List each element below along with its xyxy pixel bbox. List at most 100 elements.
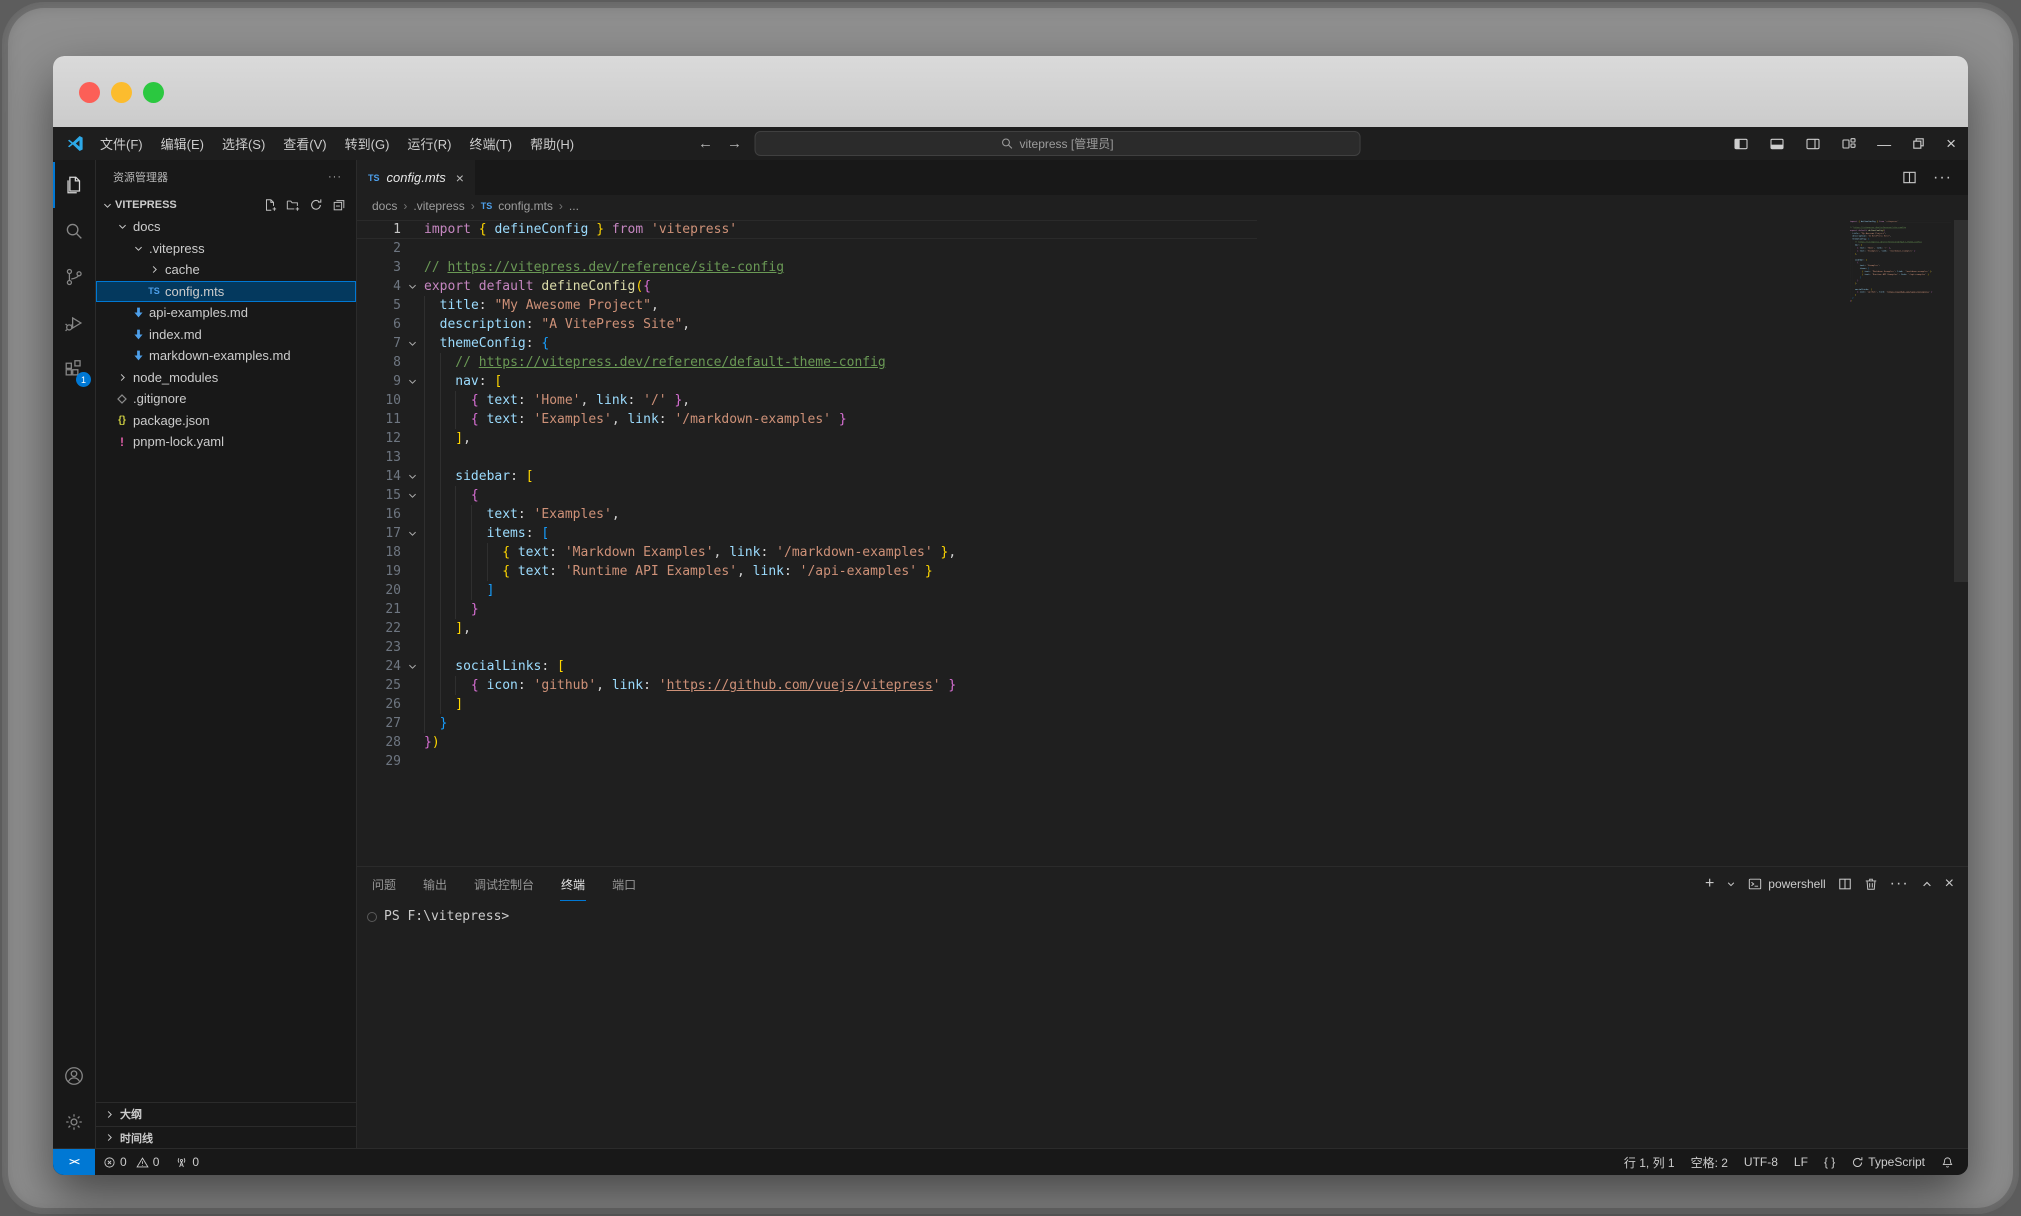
- explorer-more-actions-icon[interactable]: ···: [328, 171, 342, 183]
- code-line-22[interactable]: 22],: [357, 619, 1257, 638]
- back-icon[interactable]: ←: [698, 135, 713, 152]
- tab-close-icon[interactable]: ×: [456, 170, 464, 186]
- fold-chevron-icon[interactable]: [401, 277, 424, 296]
- code-line-29[interactable]: 29: [357, 752, 1257, 771]
- code-line-28[interactable]: 28}): [357, 733, 1257, 752]
- panel-tab-输出[interactable]: 输出: [422, 867, 448, 901]
- breadcrumb[interactable]: docs›.vitepress›TSconfig.mts›...: [357, 195, 1968, 217]
- code-line-26[interactable]: 26]: [357, 695, 1257, 714]
- activity-settings-icon[interactable]: [53, 1099, 95, 1145]
- cursor-position[interactable]: 行 1, 列 1: [1616, 1154, 1683, 1171]
- notifications-bell-icon[interactable]: [1933, 1156, 1962, 1169]
- code-line-24[interactable]: 24socialLinks: [: [357, 657, 1257, 676]
- ports-status[interactable]: 0: [167, 1149, 207, 1175]
- tree-item-cache[interactable]: cache: [96, 259, 356, 281]
- terminal-instance-item[interactable]: powershell: [1748, 877, 1825, 891]
- menu-终端[interactable]: 终端(T): [460, 133, 521, 154]
- menu-运行[interactable]: 运行(R): [398, 133, 460, 154]
- tree-item-pnpm-lock.yaml[interactable]: !pnpm-lock.yaml: [96, 431, 356, 453]
- tree-item-package.json[interactable]: {}package.json: [96, 410, 356, 432]
- encoding[interactable]: UTF-8: [1736, 1155, 1786, 1169]
- maximize-panel-icon[interactable]: [1921, 878, 1933, 890]
- close-window-icon[interactable]: ×: [1946, 134, 1956, 154]
- menu-查看[interactable]: 查看(V): [274, 133, 335, 154]
- code-line-29[interactable]: 29: [1850, 302, 1951, 305]
- editor-scrollbar[interactable]: [1954, 220, 1968, 582]
- split-terminal-icon[interactable]: [1838, 877, 1852, 891]
- fold-chevron-icon[interactable]: [401, 657, 424, 676]
- code-line-1[interactable]: 1import { defineConfig } from 'vitepress…: [357, 220, 1257, 239]
- sidebar-section-时间线[interactable]: 时间线: [96, 1126, 356, 1150]
- new-folder-icon[interactable]: [286, 198, 300, 212]
- toggle-secondary-sidebar-icon[interactable]: [1805, 136, 1821, 152]
- menu-编辑[interactable]: 编辑(E): [152, 133, 213, 154]
- activity-run-debug-icon[interactable]: [53, 300, 95, 346]
- code-line-11[interactable]: 11{ text: 'Examples', link: '/markdown-e…: [357, 410, 1257, 429]
- sidebar-section-大纲[interactable]: 大纲: [96, 1102, 356, 1126]
- fold-chevron-icon[interactable]: [401, 486, 424, 505]
- bracket-pair-indicator[interactable]: { }: [1816, 1155, 1843, 1169]
- customize-layout-icon[interactable]: [1841, 136, 1857, 152]
- activity-explorer-icon[interactable]: [53, 162, 95, 208]
- code-line-3[interactable]: 3// https://vitepress.dev/reference/site…: [357, 258, 1257, 277]
- activity-source-control-icon[interactable]: [53, 254, 95, 300]
- code-line-5[interactable]: 5title: "My Awesome Project",: [357, 296, 1257, 315]
- panel-tab-终端[interactable]: 终端: [560, 867, 586, 901]
- tree-item-api-examples.md[interactable]: api-examples.md: [96, 302, 356, 324]
- code-line-13[interactable]: 13: [357, 448, 1257, 467]
- code-line-20[interactable]: 20]: [357, 581, 1257, 600]
- remote-indicator[interactable]: ><: [53, 1149, 95, 1175]
- new-file-icon[interactable]: [263, 198, 277, 212]
- forward-icon[interactable]: →: [727, 135, 742, 152]
- code-line-18[interactable]: 18{ text: 'Markdown Examples', link: '/m…: [357, 543, 1257, 562]
- toggle-panel-icon[interactable]: [1769, 136, 1785, 152]
- toggle-sidebar-icon[interactable]: [1733, 136, 1749, 152]
- terminal[interactable]: PS F:\vitepress>: [357, 901, 1968, 924]
- fold-chevron-icon[interactable]: [401, 334, 424, 353]
- code-line-4[interactable]: 4export default defineConfig({: [357, 277, 1257, 296]
- code-line-27[interactable]: 27}: [357, 714, 1257, 733]
- code-line-10[interactable]: 10{ text: 'Home', link: '/' },: [357, 391, 1257, 410]
- panel-tab-问题[interactable]: 问题: [371, 867, 397, 901]
- menu-转到[interactable]: 转到(G): [336, 133, 399, 154]
- menu-文件[interactable]: 文件(F): [91, 133, 152, 154]
- fold-chevron-icon[interactable]: [401, 372, 424, 391]
- minimize-window-icon[interactable]: —: [1877, 136, 1891, 152]
- code-line-23[interactable]: 23: [357, 638, 1257, 657]
- new-terminal-icon[interactable]: +: [1705, 875, 1714, 893]
- minimize-traffic-button[interactable]: [111, 82, 132, 103]
- code-line-8[interactable]: 8// https://vitepress.dev/reference/defa…: [357, 353, 1257, 372]
- activity-account-icon[interactable]: [53, 1053, 95, 1099]
- code-line-21[interactable]: 21}: [357, 600, 1257, 619]
- code-line-2[interactable]: 2: [357, 239, 1257, 258]
- terminal-profile-chevron-icon[interactable]: [1726, 879, 1736, 889]
- more-actions-icon[interactable]: ···: [1933, 169, 1952, 187]
- tree-item-node_modules[interactable]: node_modules: [96, 367, 356, 389]
- tab-config-mts[interactable]: TS config.mts ×: [357, 160, 475, 195]
- code-line-14[interactable]: 14sidebar: [: [357, 467, 1257, 486]
- panel-more-actions-icon[interactable]: ···: [1890, 875, 1909, 893]
- eol[interactable]: LF: [1786, 1155, 1816, 1169]
- tree-item-config.mts[interactable]: TSconfig.mts: [96, 281, 356, 303]
- code-editor[interactable]: 1import { defineConfig } from 'vitepress…: [357, 217, 1968, 866]
- menu-选择[interactable]: 选择(S): [213, 133, 274, 154]
- tree-item-markdown-examples.md[interactable]: markdown-examples.md: [96, 345, 356, 367]
- breadcrumb-item[interactable]: config.mts: [498, 199, 553, 213]
- tree-item-.gitignore[interactable]: .gitignore: [96, 388, 356, 410]
- code-line-9[interactable]: 9nav: [: [357, 372, 1257, 391]
- zoom-traffic-button[interactable]: [143, 82, 164, 103]
- restore-window-icon[interactable]: [1911, 136, 1926, 151]
- refresh-icon[interactable]: [309, 198, 323, 212]
- problems-status[interactable]: 0 0: [95, 1149, 167, 1175]
- breadcrumb-item[interactable]: ...: [569, 199, 579, 213]
- code-line-25[interactable]: 25{ icon: 'github', link: 'https://githu…: [357, 676, 1257, 695]
- panel-tab-端口[interactable]: 端口: [611, 867, 637, 901]
- code-line-19[interactable]: 19{ text: 'Runtime API Examples', link: …: [357, 562, 1257, 581]
- activity-extensions-icon[interactable]: 1: [53, 346, 95, 392]
- collapse-folders-icon[interactable]: [332, 198, 346, 212]
- code-line-15[interactable]: 15{: [357, 486, 1257, 505]
- tree-item-.vitepress[interactable]: .vitepress: [96, 238, 356, 260]
- command-center-search[interactable]: vitepress [管理员]: [754, 131, 1360, 156]
- close-panel-icon[interactable]: ×: [1945, 875, 1954, 893]
- panel-tab-调试控制台[interactable]: 调试控制台: [473, 867, 535, 901]
